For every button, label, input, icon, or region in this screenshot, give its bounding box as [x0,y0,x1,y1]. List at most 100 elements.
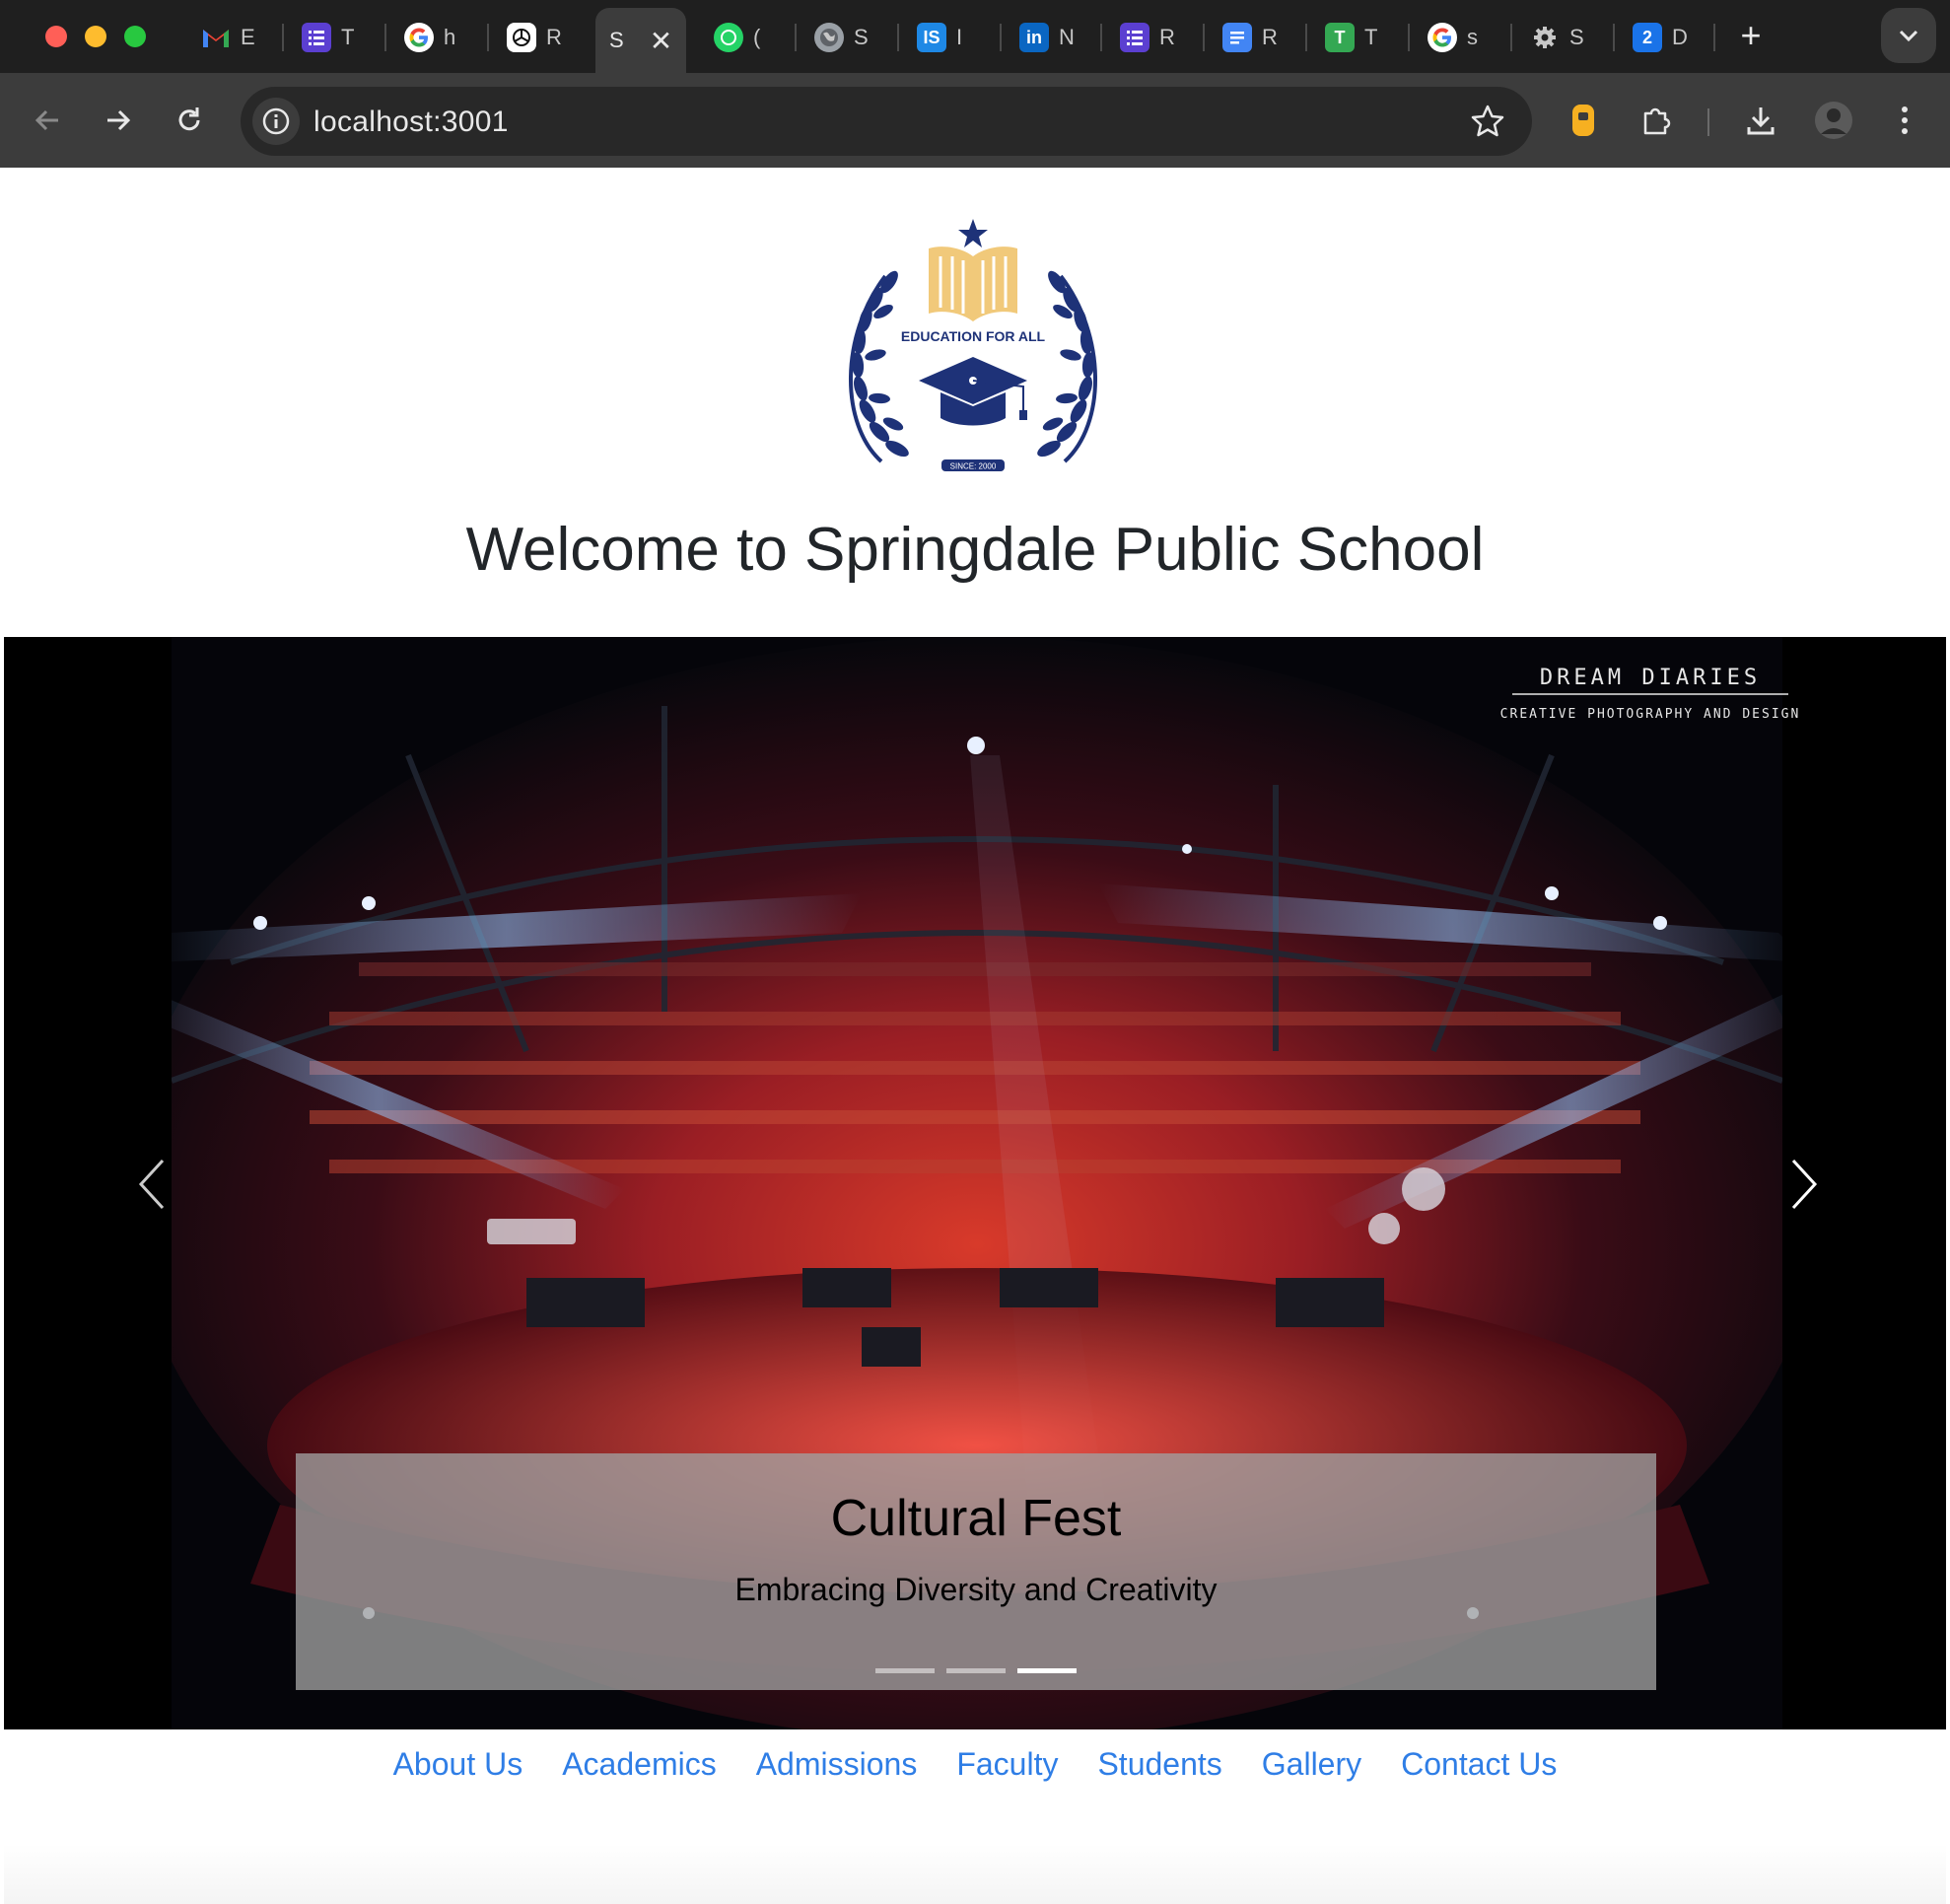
tab-google-1[interactable]: h [390,10,455,65]
docs-icon [1222,23,1252,52]
maximize-window-button[interactable] [124,26,146,47]
close-window-button[interactable] [45,26,67,47]
is-icon: IS [917,23,946,52]
extension-badge-icon [1572,105,1594,136]
tab-chatgpt[interactable]: R [493,10,562,65]
tab-active[interactable]: S ✕ [595,8,686,73]
nav-link-contact-us[interactable]: Contact Us [1401,1746,1557,1783]
download-icon [1747,107,1775,135]
tab-linkedin[interactable]: in N [1006,10,1075,65]
gmail-icon [201,23,231,52]
site-info-button[interactable] [252,98,300,145]
watermark-title: DREAM DIARIES [1540,666,1761,690]
tab-is[interactable]: IS I [903,10,962,65]
tab-strip: E T h R S ✕ (S IS I in N R R T T s S 2 … [0,0,1950,73]
tab-globe[interactable]: S [801,10,869,65]
photographer-watermark: DREAM DIARIES CREATIVE PHOTOGRAPHY AND D… [1500,666,1801,722]
tab-settings[interactable]: S [1516,10,1584,65]
close-tab-icon[interactable]: ✕ [650,25,672,57]
puzzle-icon [1643,107,1671,135]
page-footer-area [4,1844,1946,1904]
extension-button[interactable] [1560,97,1607,144]
tab-gmail[interactable]: E [187,10,255,65]
tab-separator [795,24,797,51]
tab-t-app[interactable]: T T [1311,10,1377,65]
carousel-prev-button[interactable] [122,1140,181,1229]
carousel-indicators [296,1668,1656,1673]
nav-link-gallery[interactable]: Gallery [1262,1746,1361,1783]
tab-two[interactable]: 2 D [1619,10,1688,65]
chevron-left-icon [138,1159,165,1210]
t-icon: T [1325,23,1355,52]
chevron-down-icon [1899,30,1918,42]
tab-separator [897,24,899,51]
arrow-left-icon [35,109,58,131]
nav-link-admissions[interactable]: Admissions [756,1746,918,1783]
list-icon [1120,23,1149,52]
two-icon: 2 [1633,23,1662,52]
reload-button[interactable] [166,97,213,144]
new-tab-button[interactable]: + [1731,15,1771,55]
browser-menu-button[interactable] [1881,97,1928,144]
forward-button[interactable] [95,97,142,144]
tab-separator [1000,24,1002,51]
tab-forms-1[interactable]: T [288,10,354,65]
bookmark-star-icon[interactable] [1469,103,1506,140]
tab-whatsapp[interactable]: ( [700,10,760,65]
avatar [1815,102,1852,139]
carousel-indicator-3[interactable] [1017,1668,1077,1673]
caption-title: Cultural Fest [830,1490,1122,1547]
tab-separator [282,24,284,51]
tab-forms-2[interactable]: R [1106,10,1175,65]
linkedin-icon: in [1019,23,1049,52]
logo-tagline: EDUCATION FOR ALL [901,328,1046,344]
back-button[interactable] [24,97,71,144]
google-icon [1428,23,1457,52]
whatsapp-icon [714,23,743,52]
caption-subtitle: Embracing Diversity and Creativity [734,1572,1218,1607]
minimize-window-button[interactable] [85,26,106,47]
tab-separator [1713,24,1715,51]
reload-icon [178,107,200,131]
carousel-indicator-1[interactable] [875,1668,935,1673]
tab-docs[interactable]: R [1209,10,1278,65]
kebab-menu-icon [1902,106,1908,134]
nav-link-academics[interactable]: Academics [562,1746,717,1783]
page-title: Welcome to Springdale Public School [465,516,1485,584]
tab-separator [1100,24,1102,51]
tab-google-2[interactable]: s [1414,10,1478,65]
page-content: EDUCATION FOR ALL SINCE: 2000 Welcome to… [4,168,1946,1904]
google-icon [404,23,434,52]
browser-window: E T h R S ✕ (S IS I in N R R T T s S 2 … [0,0,1950,1904]
extensions-menu-button[interactable] [1633,97,1680,144]
gear-icon [1530,23,1560,52]
globe-icon [814,23,844,52]
main-nav: About Us Academics Admissions Faculty St… [4,1731,1946,1797]
nav-link-about-us[interactable]: About Us [393,1746,523,1783]
logo-since-text: SINCE: 2000 [950,462,997,471]
school-logo: EDUCATION FOR ALL SINCE: 2000 [849,219,1097,471]
carousel-caption: Cultural Fest Embracing Diversity and Cr… [296,1453,1656,1690]
nav-link-faculty[interactable]: Faculty [956,1746,1058,1783]
profile-button[interactable] [1810,97,1857,144]
tab-separator [384,24,386,51]
nav-link-students[interactable]: Students [1097,1746,1221,1783]
tab-separator [487,24,489,51]
tab-search-button[interactable] [1881,8,1936,63]
url-text[interactable]: localhost:3001 [313,106,509,139]
tab-separator [1305,24,1307,51]
watermark-subtitle: CREATIVE PHOTOGRAPHY AND DESIGN [1500,707,1801,722]
address-bar[interactable]: localhost:3001 [241,87,1532,156]
browser-toolbar: localhost:3001 [0,73,1950,168]
carousel-indicator-2[interactable] [946,1668,1006,1673]
carousel-next-button[interactable] [1775,1140,1834,1229]
toolbar-separator [1707,108,1709,136]
chevron-right-icon [1791,1159,1818,1210]
tab-separator [1613,24,1615,51]
tab-separator [1203,24,1205,51]
downloads-button[interactable] [1737,97,1784,144]
arrow-right-icon [107,109,131,131]
tab-separator [1408,24,1410,51]
chatgpt-icon [507,23,536,52]
info-icon [262,107,290,135]
